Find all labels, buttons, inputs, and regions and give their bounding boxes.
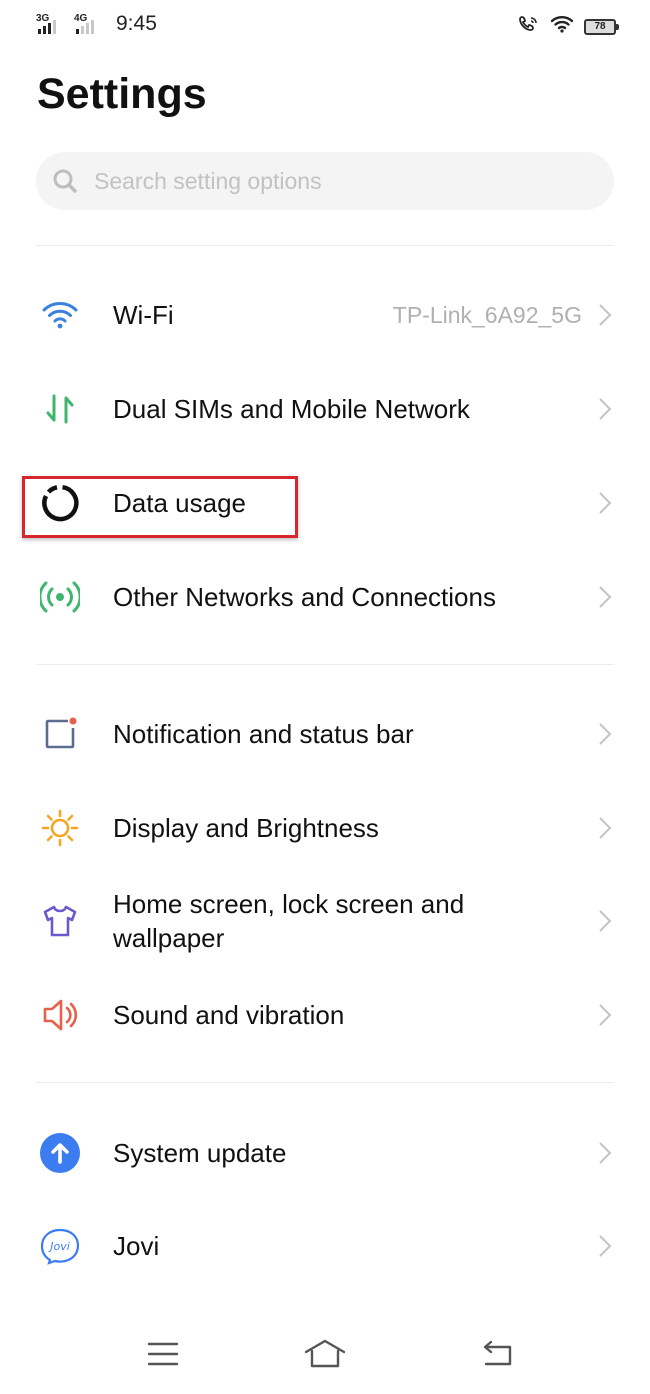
back-icon[interactable] xyxy=(472,1334,520,1374)
chevron-right-icon xyxy=(598,1234,612,1258)
settings-item-system-update[interactable]: System update xyxy=(0,1108,650,1198)
settings-item-home-screen[interactable]: Home screen, lock screen and wallpaper xyxy=(0,876,650,966)
chevron-right-icon xyxy=(598,397,612,421)
settings-item-sound[interactable]: Sound and vibration xyxy=(0,970,650,1060)
signal-4g-icon: 4G xyxy=(74,12,106,36)
settings-item-label: Home screen, lock screen and wallpaper xyxy=(113,889,465,953)
tshirt-icon xyxy=(36,897,84,945)
chevron-right-icon xyxy=(598,909,612,933)
wifi-icon xyxy=(36,291,84,339)
divider xyxy=(36,664,614,665)
signal-3g-icon: 3G xyxy=(36,12,68,36)
menu-icon[interactable] xyxy=(139,1334,187,1374)
settings-item-notification[interactable]: Notification and status bar xyxy=(0,689,650,779)
chevron-right-icon xyxy=(598,585,612,609)
settings-item-jovi[interactable]: Jovi Jovi xyxy=(0,1201,650,1291)
search-input[interactable] xyxy=(94,152,594,210)
status-bar: 3G 4G 9:45 78 xyxy=(0,0,650,52)
jovi-icon-text: Jovi xyxy=(48,1240,70,1253)
status-left: 3G 4G 9:45 xyxy=(36,12,157,36)
wifi-network-name: TP-Link_6A92_5G xyxy=(392,301,582,328)
settings-item-dual-sims[interactable]: Dual SIMs and Mobile Network xyxy=(0,364,650,454)
settings-item-label: Notification and status bar xyxy=(113,719,414,749)
chevron-right-icon xyxy=(598,491,612,515)
system-update-icon xyxy=(36,1129,84,1177)
settings-item-display[interactable]: Display and Brightness xyxy=(0,783,650,873)
chevron-right-icon xyxy=(598,303,612,327)
settings-item-label: Sound and vibration xyxy=(113,1000,345,1030)
speaker-icon xyxy=(36,991,84,1039)
settings-item-label: Display and Brightness xyxy=(113,813,379,843)
clock: 9:45 xyxy=(116,12,157,35)
divider xyxy=(36,245,614,246)
status-right: 78 xyxy=(518,14,619,39)
home-icon[interactable] xyxy=(301,1334,349,1374)
connections-icon xyxy=(36,573,84,621)
battery-icon: 78 xyxy=(584,18,619,35)
settings-item-label: Other Networks and Connections xyxy=(113,582,496,612)
wifi-calling-icon xyxy=(518,14,540,39)
jovi-icon: Jovi xyxy=(36,1222,84,1270)
settings-item-other-networks[interactable]: Other Networks and Connections xyxy=(0,552,650,642)
mobile-network-icon xyxy=(36,385,84,433)
search-bar[interactable] xyxy=(36,152,614,210)
chevron-right-icon xyxy=(598,1003,612,1027)
chevron-right-icon xyxy=(598,722,612,746)
page-title: Settings xyxy=(37,70,207,118)
settings-item-label: System update xyxy=(113,1138,287,1168)
highlight-box xyxy=(22,476,298,538)
notification-icon xyxy=(36,710,84,758)
settings-item-label: Dual SIMs and Mobile Network xyxy=(113,394,470,424)
navigation-bar xyxy=(0,1320,650,1394)
search-icon xyxy=(52,168,78,194)
chevron-right-icon xyxy=(598,816,612,840)
sun-icon xyxy=(36,804,84,852)
divider xyxy=(36,1082,614,1083)
wifi-status-icon xyxy=(550,15,574,38)
settings-item-label: Jovi xyxy=(113,1231,160,1261)
chevron-right-icon xyxy=(598,1141,612,1165)
settings-item-wifi[interactable]: Wi-Fi TP-Link_6A92_5G xyxy=(0,270,650,360)
